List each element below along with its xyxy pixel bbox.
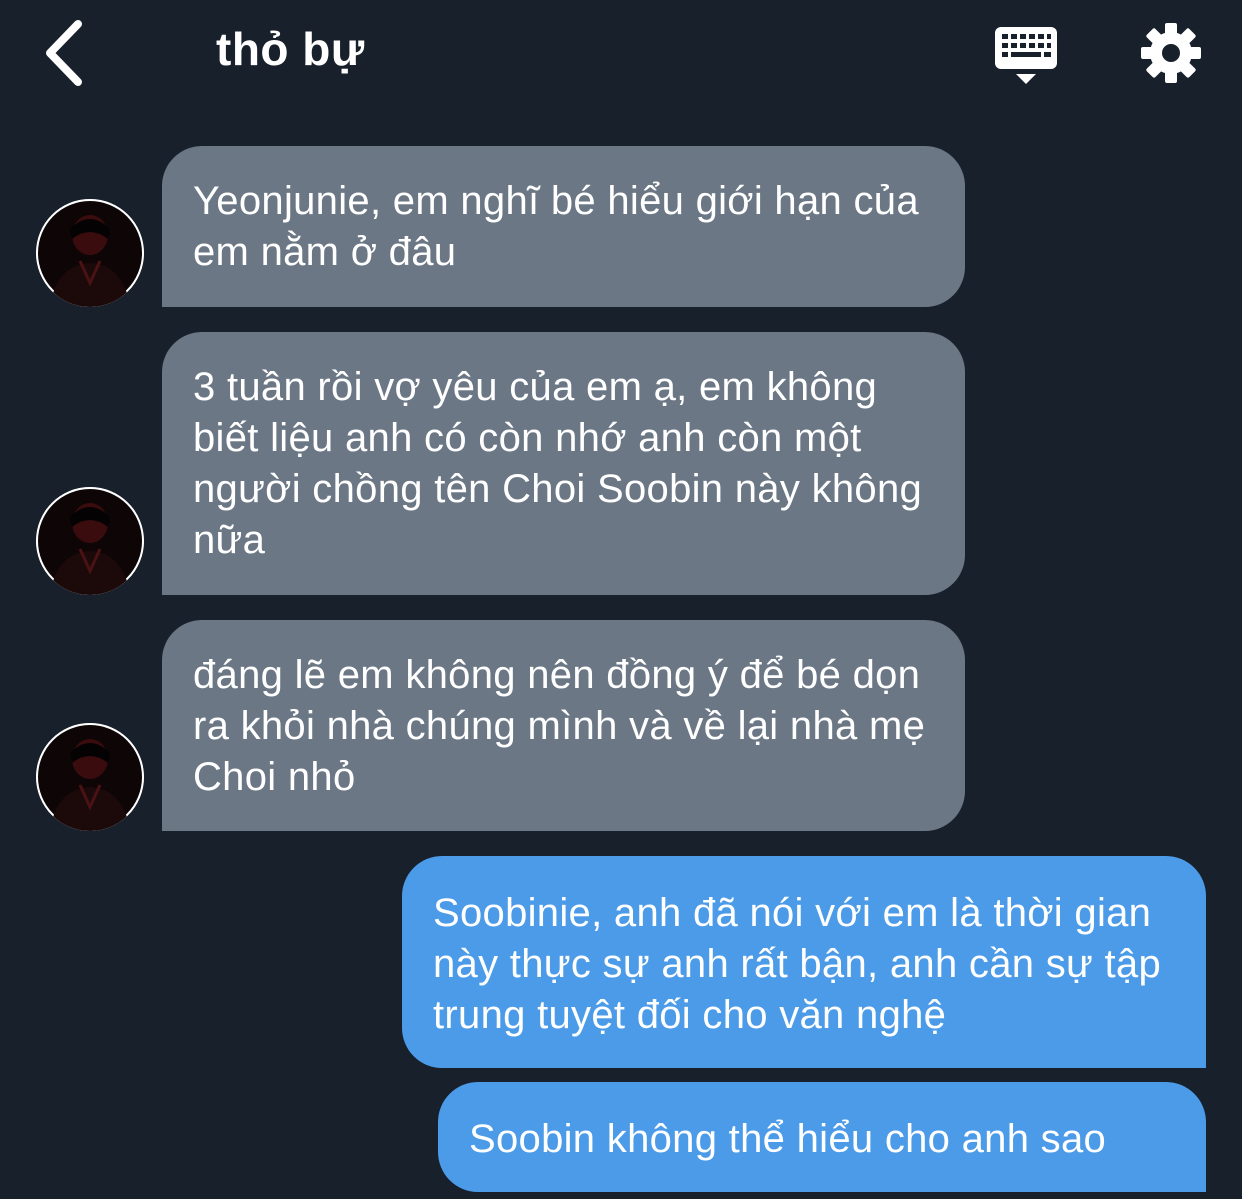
message-bubble-outgoing[interactable]: Soobinie, anh đã nói với em là thời gian… xyxy=(402,856,1206,1068)
chat-title: thỏ bự xyxy=(216,23,365,75)
message-bubble-incoming[interactable]: đáng lẽ em không nên đồng ý để bé dọn ra… xyxy=(162,620,965,831)
chat-header: thỏ bự xyxy=(0,0,1242,110)
keyboard-icon xyxy=(995,27,1057,84)
message-bubble-incoming[interactable]: Yeonjunie, em nghĩ bé hiểu giới hạn của … xyxy=(162,146,965,307)
contact-avatar[interactable] xyxy=(36,487,144,595)
back-button[interactable] xyxy=(34,18,98,88)
settings-button[interactable] xyxy=(1138,20,1204,86)
message-bubble-outgoing[interactable]: Soobin không thể hiểu cho anh sao xyxy=(438,1082,1206,1192)
contact-avatar[interactable] xyxy=(36,199,144,307)
contact-avatar[interactable] xyxy=(36,723,144,831)
keyboard-button[interactable] xyxy=(990,24,1062,88)
chat-screen: thỏ bự Yeonjunie, em nghĩ bé hiểu giới h… xyxy=(0,0,1242,1199)
chevron-left-icon xyxy=(46,20,82,86)
gear-icon xyxy=(1141,23,1201,83)
message-bubble-incoming[interactable]: 3 tuần rồi vợ yêu của em ạ, em không biế… xyxy=(162,332,965,595)
